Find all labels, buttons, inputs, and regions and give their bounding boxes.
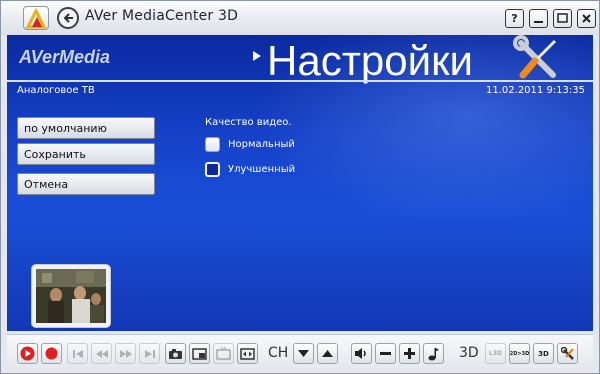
skip-end-icon [144, 349, 155, 358]
back-button[interactable] [57, 7, 79, 29]
maximize-button[interactable] [553, 9, 572, 28]
page-title: Настройки [267, 37, 473, 84]
music-note-icon [428, 347, 439, 360]
brand-logo: AVerMedia [19, 47, 111, 67]
source-mode-label: Аналоговое ТВ [17, 85, 95, 96]
question-icon: ? [511, 12, 518, 25]
threed-label: 3D [459, 345, 479, 361]
quality-option-normal[interactable]: Нормальный [205, 137, 295, 152]
plus-icon [404, 348, 415, 359]
convert-2d-3d-icon: 2D>3D [509, 350, 530, 357]
skip-end-button[interactable] [139, 343, 160, 364]
help-button[interactable]: ? [505, 9, 524, 28]
video-thumbnail [36, 269, 106, 323]
l3d-button[interactable]: L3D [485, 343, 506, 364]
cancel-button[interactable]: Отмена [17, 173, 155, 195]
radio-normal[interactable] [205, 137, 220, 152]
fast-forward-icon [119, 349, 132, 358]
avermedia-logo-icon [23, 6, 49, 30]
rewind-button[interactable] [91, 343, 112, 364]
settings-panel: AVerMedia Настройки Аналоговое ТВ 11.02.… [7, 35, 593, 331]
radio-enhanced-label: Улучшенный [228, 164, 296, 175]
arrow-left-icon [63, 13, 73, 23]
convert-2d-3d-button[interactable]: 2D>3D [509, 343, 530, 364]
volume-up-button[interactable] [399, 343, 420, 364]
triangle-up-icon [322, 350, 333, 357]
record-icon [45, 347, 58, 360]
save-button[interactable]: Сохранить [17, 143, 155, 165]
pip-button[interactable] [189, 343, 210, 364]
close-button[interactable] [577, 9, 596, 28]
radio-enhanced[interactable] [205, 162, 220, 177]
title-arrow-icon [253, 51, 261, 61]
skip-start-icon [72, 349, 83, 358]
teletext-button[interactable] [213, 343, 234, 364]
wrench-icon [560, 346, 574, 360]
rewind-icon [95, 349, 108, 358]
triangle-down-icon [298, 350, 309, 357]
fast-forward-button[interactable] [115, 343, 136, 364]
control-toolbar: CH 3D L3D 2D>3D 3D [7, 334, 593, 372]
title-bar[interactable]: AVer MediaCenter 3D ? [1, 1, 599, 35]
minimize-icon [534, 21, 543, 23]
channel-down-button[interactable] [293, 343, 314, 364]
audio-button[interactable] [423, 343, 444, 364]
app-window: AVer MediaCenter 3D ? AVerMedia Настройк… [0, 0, 600, 374]
radio-normal-label: Нормальный [228, 139, 295, 150]
default-button[interactable]: по умолчанию [17, 117, 155, 139]
maximize-icon [557, 13, 568, 23]
camera-icon [169, 348, 182, 359]
channel-label: CH [268, 345, 289, 361]
speaker-icon [355, 348, 366, 359]
header-divider [7, 80, 593, 82]
aspect-ratio-button[interactable] [237, 343, 258, 364]
threed-settings-button[interactable]: 3D [533, 343, 554, 364]
play-icon [20, 346, 35, 361]
tv-icon [216, 347, 231, 360]
skip-start-button[interactable] [67, 343, 88, 364]
datetime-label: 11.02.2011 9:13:35 [486, 85, 585, 96]
picture-in-picture-icon [192, 347, 207, 360]
minimize-button[interactable] [529, 9, 548, 28]
video-preview[interactable] [31, 264, 111, 328]
l3d-icon: L3D [489, 350, 502, 357]
threed-settings-icon: 3D [538, 349, 549, 358]
snapshot-button[interactable] [165, 343, 186, 364]
aspect-ratio-icon [240, 347, 255, 360]
tools-icon [513, 35, 557, 79]
settings-tools-button[interactable] [557, 343, 578, 364]
video-quality-label: Качество видео. [205, 117, 292, 128]
quality-option-enhanced[interactable]: Улучшенный [205, 162, 295, 177]
window-title: AVer MediaCenter 3D [85, 8, 239, 24]
play-button[interactable] [17, 343, 38, 364]
minus-icon [380, 352, 391, 355]
channel-up-button[interactable] [317, 343, 338, 364]
close-icon [582, 14, 591, 23]
record-button[interactable] [41, 343, 62, 364]
mute-button[interactable] [351, 343, 372, 364]
volume-down-button[interactable] [375, 343, 396, 364]
